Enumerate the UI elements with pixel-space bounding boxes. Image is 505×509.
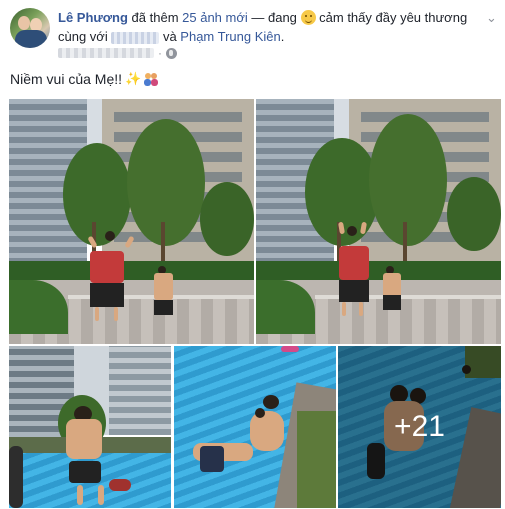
tagged-person-link[interactable]: Phạm Trung Kiên	[180, 29, 280, 44]
post-photo-1[interactable]	[9, 99, 254, 344]
caption-text: Niềm vui của Mẹ!!	[10, 71, 123, 87]
post-meta: ·	[58, 46, 177, 60]
family-icon	[144, 72, 159, 86]
post-caption: Niềm vui của Mẹ!! ✨	[10, 71, 159, 87]
period-text: .	[280, 29, 285, 44]
facebook-post: Lê Phương đã thêm 25 ảnh mới — đang cảm …	[0, 0, 505, 509]
feeling-emoji-icon	[300, 10, 316, 25]
post-photo-3[interactable]	[9, 346, 171, 508]
author-avatar[interactable]	[10, 8, 50, 48]
post-timestamp-redacted[interactable]	[58, 48, 154, 58]
post-photo-4[interactable]	[174, 346, 336, 508]
photo-count-link[interactable]: 25 ảnh mới	[182, 10, 248, 25]
more-photos-overlay[interactable]: +21	[338, 346, 501, 508]
post-photo-2[interactable]	[256, 99, 501, 344]
tagged-person-redacted-link[interactable]	[111, 31, 160, 44]
meta-separator: ·	[158, 46, 162, 60]
post-photo-5[interactable]: +21	[338, 346, 501, 508]
chevron-down-icon[interactable]: ⌄	[486, 10, 497, 26]
post-header: Lê Phương đã thêm 25 ảnh mới — đang cảm …	[58, 8, 468, 46]
conjunction-text: và	[159, 29, 181, 44]
more-photos-count: +21	[394, 410, 445, 443]
action-text: đã thêm	[127, 10, 183, 25]
author-name-link[interactable]: Lê Phương	[58, 10, 128, 25]
globe-icon[interactable]	[166, 47, 177, 59]
sparkles-icon: ✨	[125, 71, 142, 86]
action-middle-text: — đang	[247, 10, 301, 25]
